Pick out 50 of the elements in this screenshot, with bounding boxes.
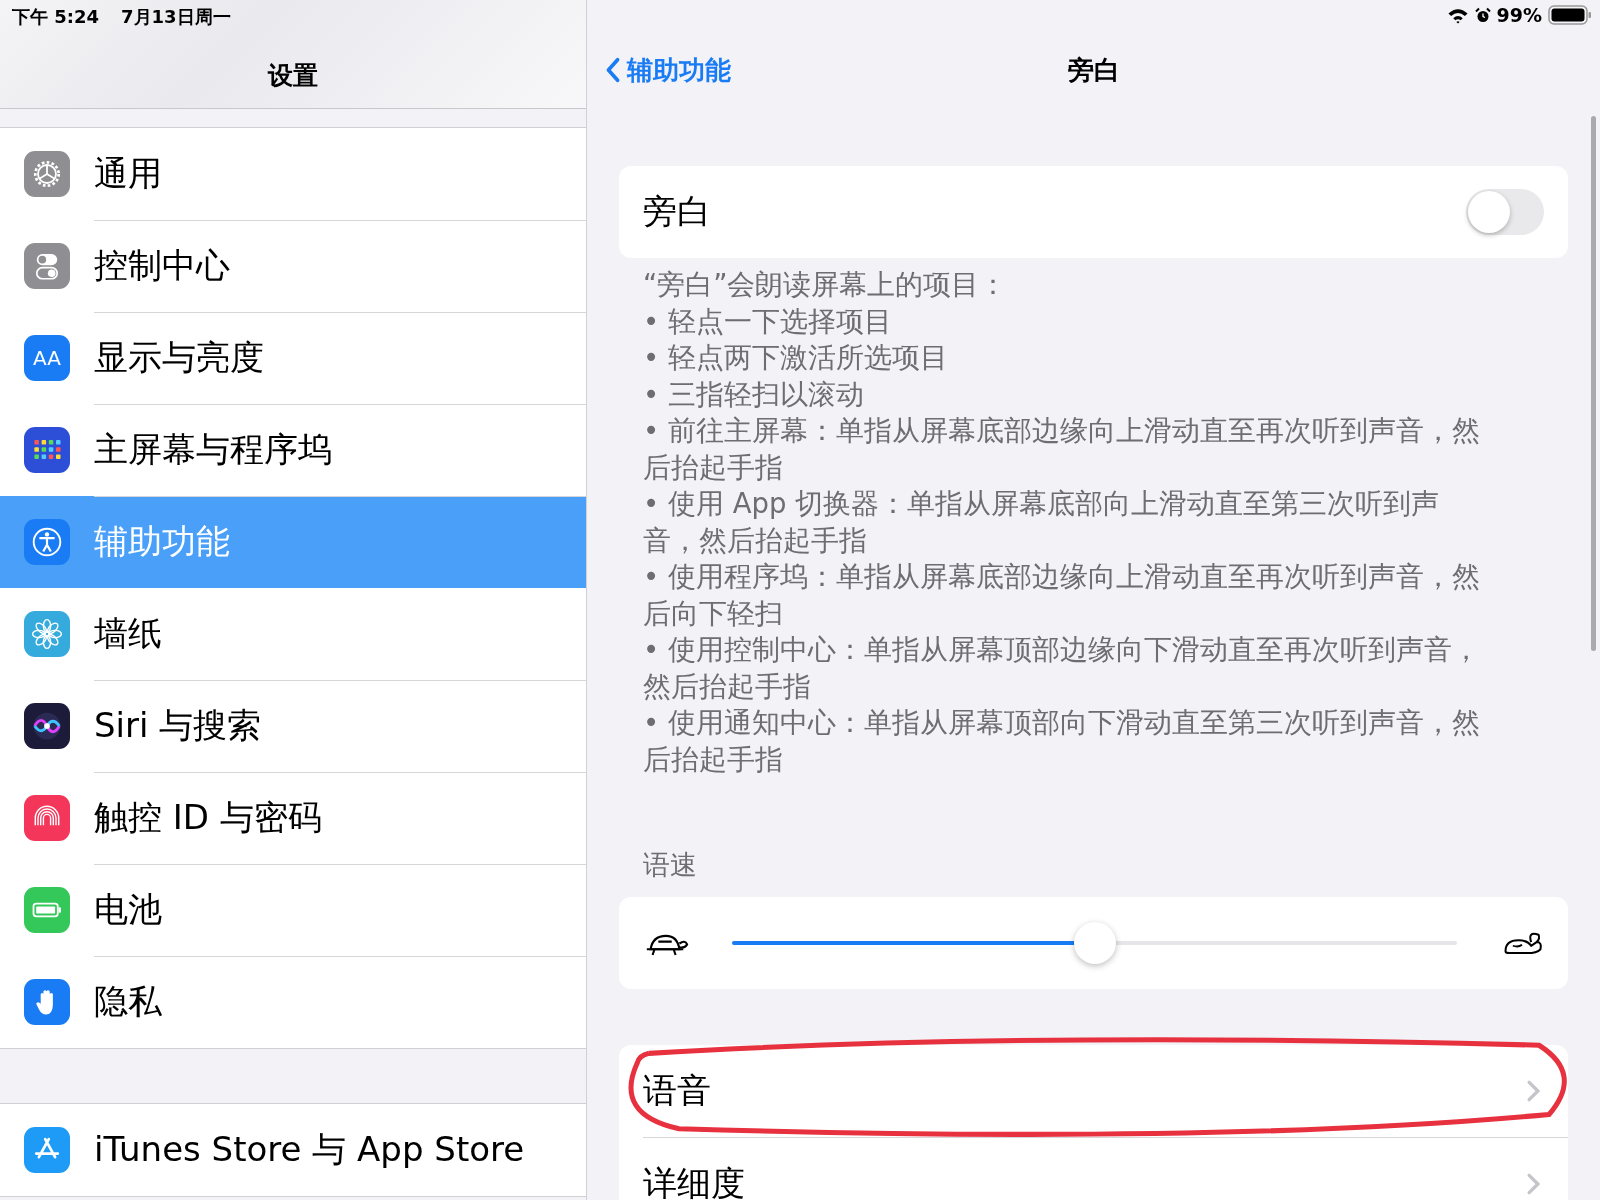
item-label: 电池 [94,887,162,931]
item-label: 显示与亮度 [94,335,264,379]
wifi-icon [1446,6,1469,24]
chevron-icon [1527,1173,1540,1195]
settings-item[interactable]: iTunes Store 与 App Store [0,1104,586,1196]
status-time: 下午 5:24 [12,5,100,29]
item-label: 通用 [94,151,162,195]
description-text: • 三指轻扫以滚动 [643,376,865,412]
battery-icon [1548,5,1592,25]
settings-item[interactable]: AA 显示与亮度 [0,312,586,404]
settings-item[interactable]: Siri 与搜索 [0,680,586,772]
item-label: 主屏幕与程序坞 [94,427,332,471]
sidebar-title: 设置 [268,60,318,92]
description-text: • 使用控制中心：单指从屏幕顶部边缘向下滑动直至再次听到声音，然后抬起手指 [643,632,1481,704]
row-label: 语音 [643,1069,711,1112]
item-label: Siri 与搜索 [94,703,262,747]
description-text: “旁白”会朗读屏幕上的项目： [643,267,1009,302]
back-button[interactable]: 辅助功能 [605,52,731,88]
voiceover-switch[interactable] [1466,189,1544,235]
item-label: 辅助功能 [94,520,230,563]
description-text: • 前往主屏幕：单指从屏幕底部边缘向上滑动直至再次听到声音，然后抬起手指 [643,413,1481,485]
settings-row[interactable]: 详细度 [643,1138,1568,1200]
item-label: 触控 ID 与密码 [94,795,322,839]
description-text: • 使用通知中心：单指从屏幕顶部向下滑动直至第三次听到声音，然后抬起手指 [643,705,1481,777]
chevron-icon [1527,1080,1540,1102]
battery-percent: 99% [1496,4,1542,26]
item-label: iTunes Store 与 App Store [94,1128,525,1171]
speed-slider[interactable] [732,921,1457,965]
settings-item[interactable]: 触控 ID 与密码 [0,772,586,864]
switch-label: 旁白 [643,190,711,233]
settings-item[interactable]: 隐私 [0,956,586,1048]
settings-item[interactable]: 主屏幕与程序坞 [0,404,586,496]
text-icon: AA [24,335,70,381]
settings-item[interactable]: 通用 [0,128,586,220]
settings-item[interactable]: 电池 [0,864,586,956]
description-text: • 使用 App 切换器：单指从屏幕底部向上滑动直至第三次听到声音，然后抬起手指 [643,486,1441,558]
status-date: 7月13日周一 [121,5,231,29]
item-label: 隐私 [94,980,162,1023]
row-label: 详细度 [643,1162,745,1200]
settings-item[interactable]: 墙纸 [0,588,586,680]
description-text: • 使用程序坞：单指从屏幕底部边缘向上滑动直至再次听到声音，然后向下轻扫 [643,559,1481,631]
item-label: 墙纸 [94,611,162,655]
alarm-icon [1474,6,1491,24]
section-header: 语速 [642,848,697,882]
description-text: • 轻点一下选择项目 [643,303,893,339]
description-text: • 轻点两下激活所选项目 [643,340,949,375]
settings-item[interactable]: 控制中心 [0,220,586,312]
page-title: 旁白 [1067,53,1120,87]
item-label: 控制中心 [94,243,230,287]
back-chevron-icon [605,56,621,84]
